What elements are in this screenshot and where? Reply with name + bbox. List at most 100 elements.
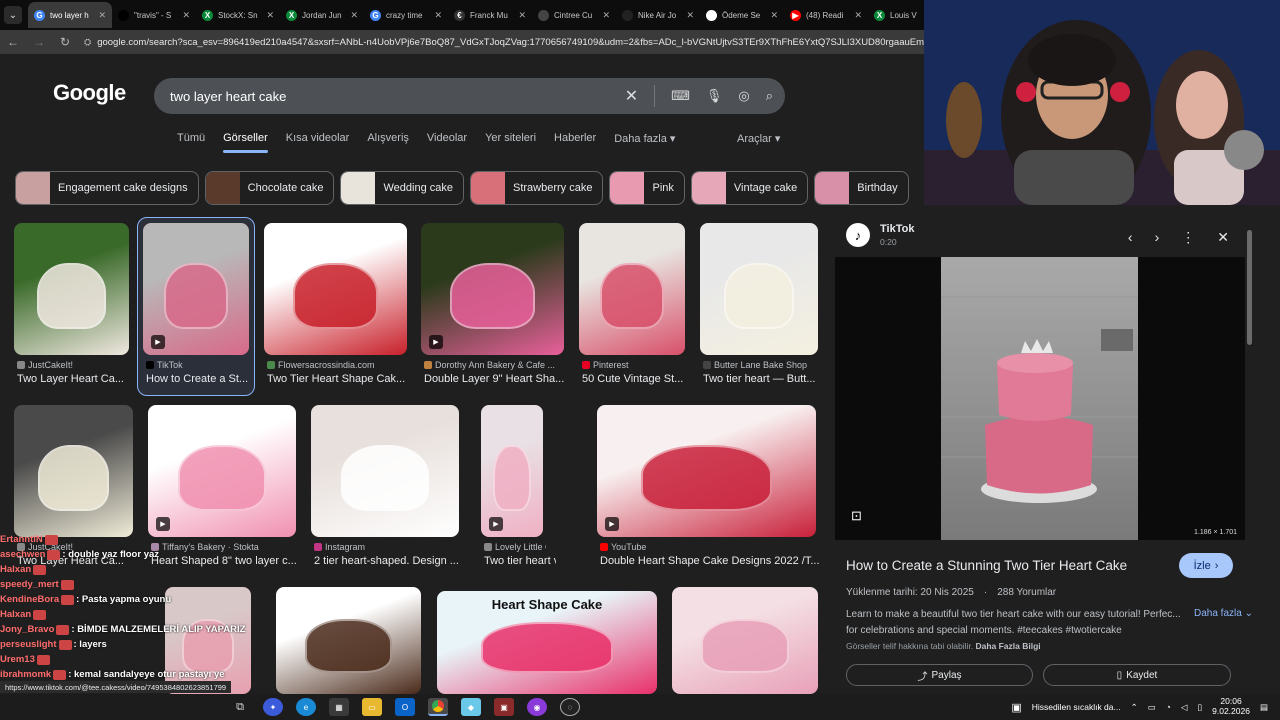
game-app-icon[interactable]: ▣: [494, 698, 514, 716]
learn-more-link[interactable]: Daha Fazla Bilgi: [975, 641, 1040, 651]
browser-tab[interactable]: "travis" - S ✕: [112, 2, 196, 28]
image-result[interactable]: [700, 223, 818, 355]
image-result[interactable]: [14, 223, 129, 355]
panel-source[interactable]: ♪ TikTok 0:20: [846, 223, 914, 247]
result-source[interactable]: Instagram: [314, 542, 462, 552]
image-result[interactable]: ▶: [481, 405, 543, 537]
network-icon[interactable]: ▭: [1148, 702, 1156, 713]
search-tab[interactable]: Görseller: [214, 132, 277, 153]
panel-scrollbar[interactable]: [1247, 230, 1252, 345]
image-result[interactable]: [311, 405, 459, 537]
browser-tab[interactable]: Gtwo layer h ✕: [28, 2, 112, 28]
search-tab[interactable]: Haberler: [545, 132, 605, 153]
related-chip[interactable]: Engagement cake designs: [15, 171, 199, 205]
tab-close-icon[interactable]: ✕: [602, 10, 610, 21]
browser-tab[interactable]: Gcrazy time ✕: [364, 2, 448, 28]
tab-close-icon[interactable]: ✕: [854, 10, 862, 21]
tab-close-icon[interactable]: ✕: [182, 10, 190, 21]
more-link[interactable]: Daha fazla ⌄: [1194, 607, 1253, 621]
outlook-icon[interactable]: O: [395, 698, 415, 716]
search-tab[interactable]: Videolar: [418, 132, 476, 153]
file-explorer-icon[interactable]: ▭: [362, 698, 382, 716]
obs-icon[interactable]: ◌: [560, 698, 580, 716]
browser-tab[interactable]: ● Ödeme Se ✕: [700, 2, 784, 28]
forward-icon[interactable]: →: [32, 35, 46, 49]
image-result[interactable]: [14, 405, 133, 537]
chevron-up-icon[interactable]: ⌃: [1131, 702, 1138, 713]
image-result[interactable]: [276, 587, 421, 694]
next-icon[interactable]: ›: [1155, 229, 1160, 246]
notes-app-icon[interactable]: ◆: [461, 698, 481, 716]
panel-title[interactable]: How to Create a Stunning Two Tier Heart …: [846, 558, 1127, 573]
related-chip[interactable]: Chocolate cake: [204, 171, 335, 205]
result-title[interactable]: Two Layer Heart Ca...: [17, 373, 142, 385]
browser-tab[interactable]: X StockX: Sn ✕: [196, 2, 280, 28]
tab-close-icon[interactable]: ✕: [434, 10, 442, 21]
result-source[interactable]: Pinterest: [582, 360, 688, 370]
search-icon[interactable]: ⌕: [766, 88, 773, 104]
result-title[interactable]: 2 tier heart-shaped. Design ...: [314, 555, 472, 567]
related-chip[interactable]: Vintage cake: [690, 171, 809, 205]
more-options-icon[interactable]: ⋮: [1181, 229, 1195, 246]
watch-button[interactable]: İzle ›: [1179, 553, 1233, 578]
camera-lens-icon[interactable]: ◎: [738, 88, 749, 104]
messenger-icon[interactable]: ◉: [527, 698, 547, 716]
image-result[interactable]: Heart Shape Cake: [437, 591, 657, 694]
google-logo[interactable]: Google: [53, 80, 126, 106]
previous-icon[interactable]: ‹: [1128, 229, 1133, 246]
clock[interactable]: 20:06 9.02.2026: [1212, 696, 1250, 717]
browser-tab[interactable]: € Franck Mu ✕: [448, 2, 532, 28]
back-icon[interactable]: ←: [6, 35, 20, 49]
browser-tab[interactable]: Cintree Cu ✕: [532, 2, 616, 28]
result-title[interactable]: Two Tier Heart Shape Cak...: [267, 373, 420, 385]
microphone-icon[interactable]: 🎙: [706, 88, 723, 104]
tools-button[interactable]: Araçlar ▾: [737, 132, 780, 145]
related-chip[interactable]: Birthday: [814, 171, 909, 205]
tab-close-icon[interactable]: ✕: [350, 10, 358, 21]
site-info-icon[interactable]: ⛭: [84, 37, 91, 48]
search-tab[interactable]: Alışveriş: [358, 132, 418, 153]
url-field[interactable]: ⛭ google.com/search?sca_esv=896419ed210a…: [84, 32, 924, 52]
image-result[interactable]: ▶: [148, 405, 296, 537]
browser-tab[interactable]: X Jordan Jun ✕: [280, 2, 364, 28]
result-source[interactable]: Butter Lane Bake Shop: [703, 360, 821, 370]
result-source[interactable]: Lovely Little Cakes ...: [484, 542, 546, 552]
tab-close-icon[interactable]: ✕: [98, 10, 106, 21]
edge-icon[interactable]: e: [296, 698, 316, 716]
browser-tab[interactable]: ▶ (48) Readi ✕: [784, 2, 868, 28]
image-result[interactable]: [264, 223, 407, 355]
tab-close-icon[interactable]: ✕: [770, 10, 778, 21]
volume-icon[interactable]: ◁: [1181, 702, 1188, 713]
image-result[interactable]: ▶: [597, 405, 816, 537]
image-result[interactable]: [672, 587, 818, 694]
search-input[interactable]: two layer heart cake ✕ ⌨ 🎙 ◎ ⌕: [154, 78, 785, 114]
tab-close-icon[interactable]: ✕: [518, 10, 526, 21]
related-chip[interactable]: Wedding cake: [340, 171, 464, 205]
weather-icon[interactable]: ▣: [1011, 701, 1021, 714]
tab-search-button[interactable]: ⌄: [4, 6, 22, 24]
result-title[interactable]: 50 Cute Vintage St...: [582, 373, 698, 385]
visual-search-icon[interactable]: ⊡: [851, 508, 862, 524]
share-button[interactable]: ⤴ Paylaş: [846, 664, 1033, 686]
tab-close-icon[interactable]: ✕: [686, 10, 694, 21]
notification-icon[interactable]: ▤: [1260, 702, 1268, 713]
copilot-icon[interactable]: ✦: [263, 698, 283, 716]
result-source[interactable]: Dorothy Ann Bakery & Cafe ...: [424, 360, 567, 370]
preview-image[interactable]: ⊡ 1.186 × 1.701: [835, 257, 1245, 540]
wifi-icon[interactable]: ◔: [1166, 702, 1171, 712]
result-source[interactable]: JustCakeIt!: [17, 360, 132, 370]
image-result[interactable]: ▶: [143, 223, 249, 355]
search-tab[interactable]: Kısa videolar: [277, 132, 359, 153]
reload-icon[interactable]: ↻: [58, 35, 72, 49]
image-result[interactable]: [579, 223, 685, 355]
related-chip[interactable]: Strawberry cake: [470, 171, 604, 205]
store-icon[interactable]: ▦: [329, 698, 349, 716]
result-title[interactable]: Double Heart Shape Cake Designs 2022 /T.…: [600, 555, 829, 567]
result-source[interactable]: TikTok: [146, 360, 252, 370]
clear-icon[interactable]: ✕: [625, 86, 638, 106]
keyboard-icon[interactable]: ⌨: [671, 88, 690, 104]
battery-icon[interactable]: ▯: [1197, 702, 1202, 713]
image-result[interactable]: ▶: [421, 223, 564, 355]
related-chip[interactable]: Pink: [609, 171, 685, 205]
result-title[interactable]: Two tier heart vinta...: [484, 555, 556, 567]
